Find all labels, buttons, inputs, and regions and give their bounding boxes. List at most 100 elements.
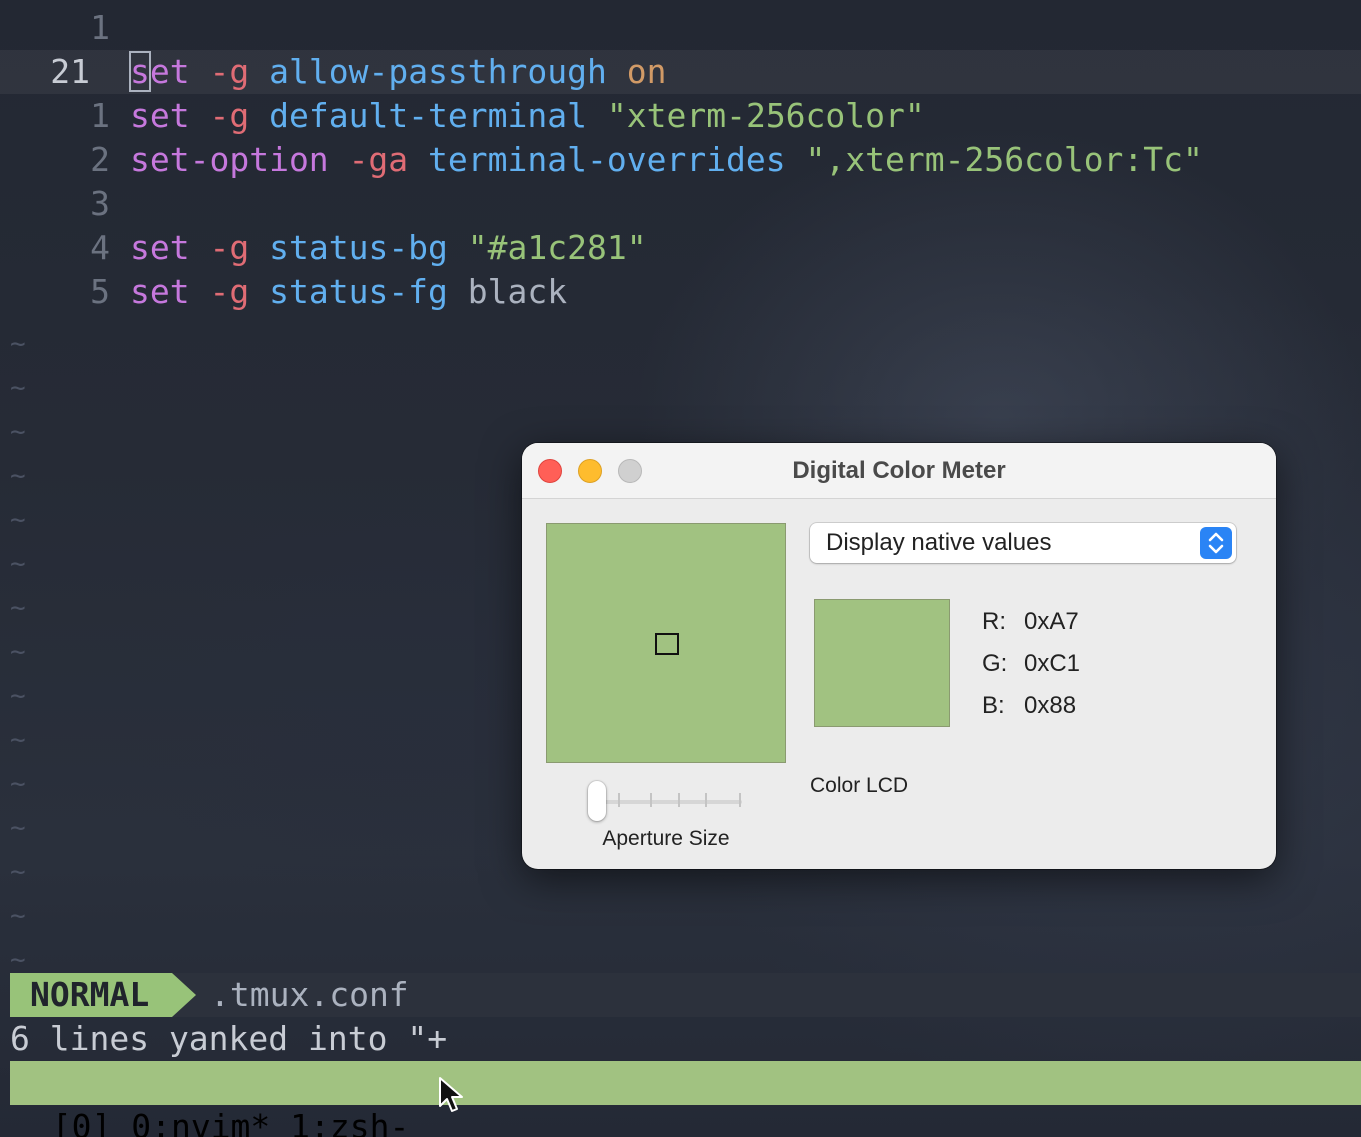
empty-line-tilde: ~ [10, 681, 26, 711]
tmux-window-list[interactable]: [0] 0:nvim* 1:zsh- [52, 1107, 410, 1137]
code-token: -g [209, 272, 250, 311]
editor-line[interactable]: 2 set-option -ga terminal-overrides ",xte… [0, 138, 1361, 182]
slider-tick [650, 793, 652, 807]
line-number: 1 [90, 96, 110, 135]
aperture-slider-track[interactable] [592, 800, 742, 804]
code-token: "xterm-256color" [606, 96, 925, 135]
line-number: 21 [50, 52, 90, 91]
slider-tick [678, 793, 680, 807]
editor-line[interactable]: 4 set -g status-bg "#a1c281" [0, 226, 1361, 270]
aperture-square-icon [655, 633, 679, 655]
code-token: default-terminal [269, 96, 587, 135]
line-number: 5 [90, 272, 110, 311]
line-number: 2 [90, 140, 110, 179]
code-token: set-option [130, 140, 329, 179]
code-token: allow-passthrough [269, 52, 607, 91]
aperture-size-label: Aperture Size [602, 827, 730, 850]
blue-label: B: [982, 692, 1005, 719]
code-token: set [130, 228, 190, 267]
code-token: terminal-overrides [428, 140, 786, 179]
line-number: 3 [90, 184, 110, 223]
code-token: et [149, 52, 190, 91]
line-code[interactable]: set -g status-bg "#a1c281" [130, 226, 647, 270]
code-token: ",xterm-256color:Tc" [805, 140, 1203, 179]
close-button[interactable] [538, 459, 562, 483]
editor-line[interactable]: 5 set -g status-fg black [0, 270, 1361, 314]
nvim-statusline: NORMAL .tmux.conf [10, 973, 1361, 1017]
code-token: black [467, 272, 568, 311]
blue-value: 0x88 [1024, 692, 1077, 719]
tmux-status-bar[interactable]: [0] 0:nvim* 1:zsh- [10, 1061, 1361, 1137]
editor-line[interactable]: 21 set -g allow-passthrough on [0, 50, 1361, 94]
code-token: s [129, 51, 151, 92]
code-token: -g [209, 96, 250, 135]
green-value: 0xC1 [1024, 650, 1081, 677]
code-token: set [130, 96, 190, 135]
display-mode-value: Display native values [826, 529, 1052, 556]
digital-color-meter-window[interactable]: Digital Color Meter Aperture Size Displa… [522, 443, 1276, 869]
statusline-filename: .tmux.conf [210, 975, 409, 1014]
empty-line-tilde: ~ [10, 417, 26, 447]
code-token: status-fg [269, 272, 448, 311]
line-code[interactable]: set-option -ga terminal-overrides ",xter… [130, 138, 1203, 182]
empty-line-tilde: ~ [10, 461, 26, 491]
code-token: status-bg [269, 228, 448, 267]
editor-line[interactable]: 1 set -g default-terminal "xterm-256color… [0, 94, 1361, 138]
code-token: -g [209, 52, 250, 91]
empty-line-tilde: ~ [10, 637, 26, 667]
line-code[interactable]: set -g allow-passthrough on [129, 50, 667, 94]
line-number: 1 [90, 8, 110, 47]
display-name-label: Color LCD [810, 774, 909, 797]
editor-line[interactable]: 1 [0, 6, 1361, 50]
empty-line-tilde: ~ [10, 813, 26, 843]
window-titlebar[interactable]: Digital Color Meter [522, 443, 1276, 499]
editor-line[interactable]: 3 [0, 182, 1361, 226]
empty-line-tilde: ~ [10, 857, 26, 887]
code-token: -g [209, 228, 250, 267]
magnified-aperture-view [546, 523, 786, 763]
code-token: "#a1c281" [467, 228, 647, 267]
mode-separator [172, 973, 196, 1017]
mouse-pointer-icon [439, 1077, 463, 1112]
empty-line-tilde: ~ [10, 549, 26, 579]
popup-chevrons-icon[interactable] [1200, 527, 1232, 559]
code-token: -ga [348, 140, 409, 179]
empty-line-tilde: ~ [10, 901, 26, 931]
slider-tick [618, 793, 620, 807]
code-token: set [130, 272, 190, 311]
empty-line-tilde: ~ [10, 769, 26, 799]
display-mode-popup[interactable]: Display native values [810, 523, 1236, 563]
red-value: 0xA7 [1024, 608, 1079, 635]
sampled-color-swatch [814, 599, 950, 727]
empty-line-tilde: ~ [10, 505, 26, 535]
minimize-button[interactable] [578, 459, 602, 483]
empty-line-tilde: ~ [10, 593, 26, 623]
line-code[interactable]: set -g default-terminal "xterm-256color" [130, 94, 925, 138]
empty-line-tilde: ~ [10, 373, 26, 403]
slider-tick [705, 793, 707, 807]
line-number: 4 [90, 228, 110, 267]
empty-line-tilde: ~ [10, 329, 26, 359]
empty-line-tilde: ~ [10, 725, 26, 755]
line-code[interactable]: set -g status-fg black [130, 270, 567, 314]
slider-tick [739, 793, 741, 807]
aperture-slider-knob[interactable] [588, 781, 606, 821]
code-token: on [626, 52, 667, 91]
zoom-button[interactable] [618, 459, 642, 483]
command-message: 6 lines yanked into "+ [10, 1019, 448, 1058]
green-label: G: [982, 650, 1008, 677]
